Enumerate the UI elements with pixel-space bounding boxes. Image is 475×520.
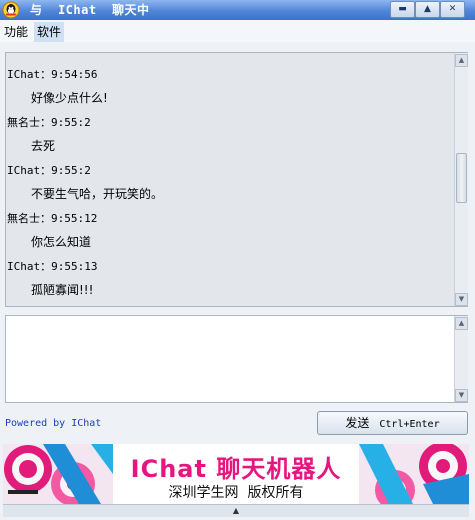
menu-bar bbox=[0, 20, 475, 42]
banner-title: IChat 聊天机器人 bbox=[130, 455, 342, 483]
message-sender: IChat：9:55:2 bbox=[7, 164, 91, 177]
menu-item-functions[interactable]: 功能 bbox=[1, 22, 31, 42]
window-title: 与 IChat 聊天中 bbox=[30, 3, 150, 17]
message-sender: 無名士：9:55:12 bbox=[7, 212, 98, 225]
collapse-banner-button[interactable]: ▲ bbox=[3, 504, 469, 517]
ad-banner[interactable]: IChat 聊天机器人 深圳学生网 版权所有 bbox=[3, 444, 469, 504]
powered-by-link[interactable]: Powered by IChat bbox=[5, 418, 101, 429]
app-penguin-icon bbox=[2, 1, 20, 19]
message-text: 你怎么知道 bbox=[31, 235, 92, 249]
input-scroll-up-icon[interactable]: ▲ bbox=[455, 317, 468, 330]
menu-item-software[interactable]: 软件 bbox=[34, 22, 65, 42]
maximize-button[interactable]: ▲ bbox=[415, 1, 440, 18]
send-shortcut: Ctrl+Enter bbox=[379, 419, 440, 430]
banner-subtitle: 深圳学生网 版权所有 bbox=[168, 485, 304, 501]
scroll-thumb[interactable] bbox=[456, 153, 467, 203]
message-sender: 無名士：9:55:2 bbox=[7, 116, 91, 129]
send-button[interactable]: 发送 Ctrl+Enter bbox=[317, 411, 468, 435]
scroll-down-icon[interactable]: ▼ bbox=[455, 293, 468, 306]
input-scroll-down-icon[interactable]: ▼ bbox=[455, 389, 468, 402]
message-input[interactable] bbox=[5, 315, 468, 403]
scroll-up-icon[interactable]: ▲ bbox=[455, 54, 468, 67]
message-sender: IChat：9:55:13 bbox=[7, 260, 98, 273]
message-sender: IChat：9:54:56 bbox=[7, 68, 98, 81]
close-button[interactable]: ✕ bbox=[440, 1, 465, 18]
message-text: 不要生气哈，开玩笑的。 bbox=[31, 187, 164, 201]
message-text: 孤陋寡闻!!! bbox=[31, 283, 94, 297]
chat-history[interactable]: IChat：9:54:56 好像少点什么! 無名士：9:55:2 去死 ICha… bbox=[5, 52, 468, 307]
message-text: 去死 bbox=[31, 139, 56, 153]
message-text: 好像少点什么! bbox=[31, 91, 108, 105]
minimize-button[interactable]: ▬ bbox=[390, 1, 415, 18]
send-label: 发送 bbox=[345, 416, 370, 430]
